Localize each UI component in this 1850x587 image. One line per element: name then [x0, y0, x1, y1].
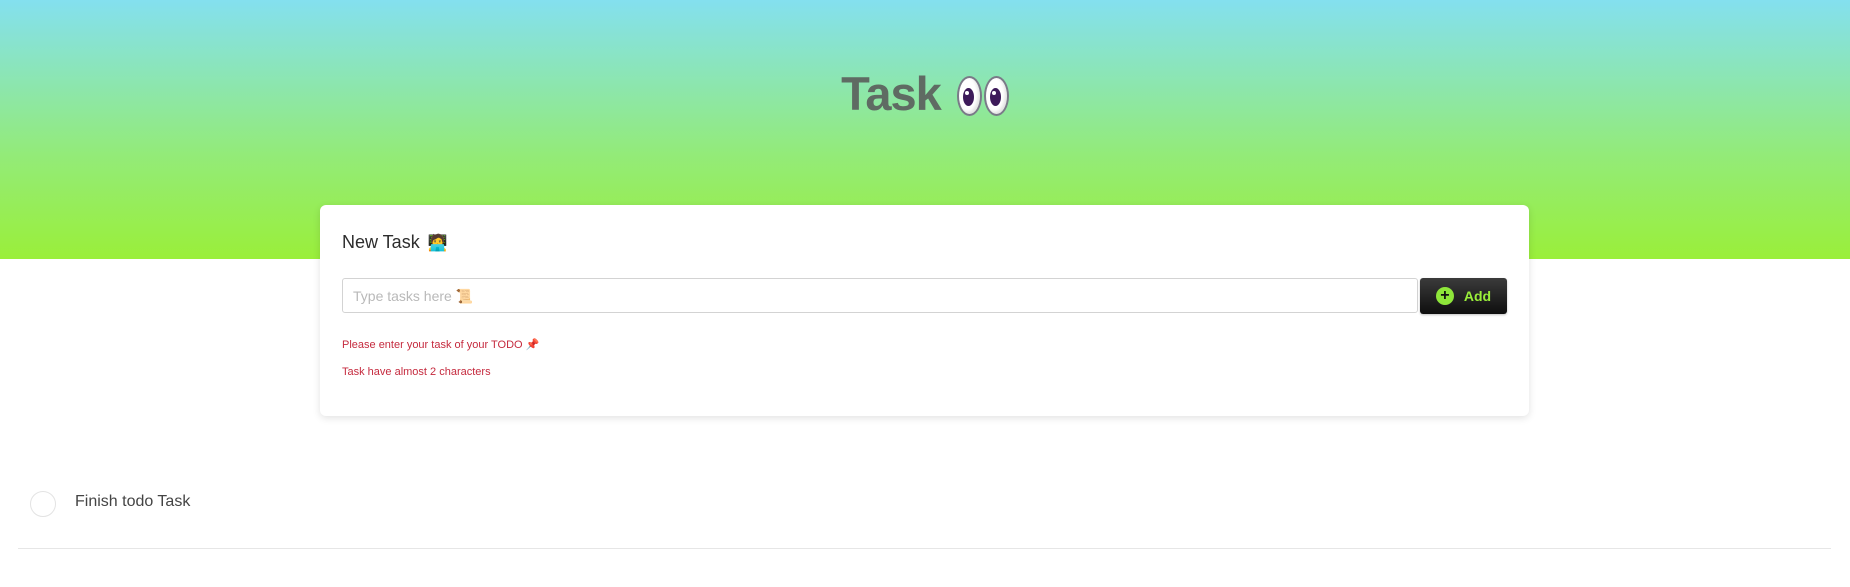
add-button-label: Add [1463, 288, 1492, 304]
page-title-text: Task [841, 67, 942, 120]
new-task-title: New Task [342, 232, 420, 252]
todo-checkbox[interactable] [30, 491, 56, 517]
add-button[interactable]: + Add [1420, 278, 1507, 314]
left-eye [956, 75, 982, 116]
plus-circle-icon: + [1435, 287, 1454, 305]
error-message-required: Please enter your task of your TODO 📌 [342, 339, 540, 351]
page-title: Task [0, 66, 1850, 121]
task-input[interactable] [342, 278, 1418, 313]
error-message-length: Task have almost 2 characters [342, 366, 491, 378]
new-task-heading: New Task 🧑‍💻 [342, 232, 448, 253]
right-eye [983, 75, 1009, 116]
todo-label: Finish todo Task [75, 493, 191, 510]
new-task-card: New Task 🧑‍💻 + Add Please enter your tas… [320, 205, 1529, 416]
eyes-icon [956, 75, 1009, 116]
todo-list-item: Finish todo Task [18, 478, 1831, 549]
technologist-icon: 🧑‍💻 [427, 234, 448, 252]
